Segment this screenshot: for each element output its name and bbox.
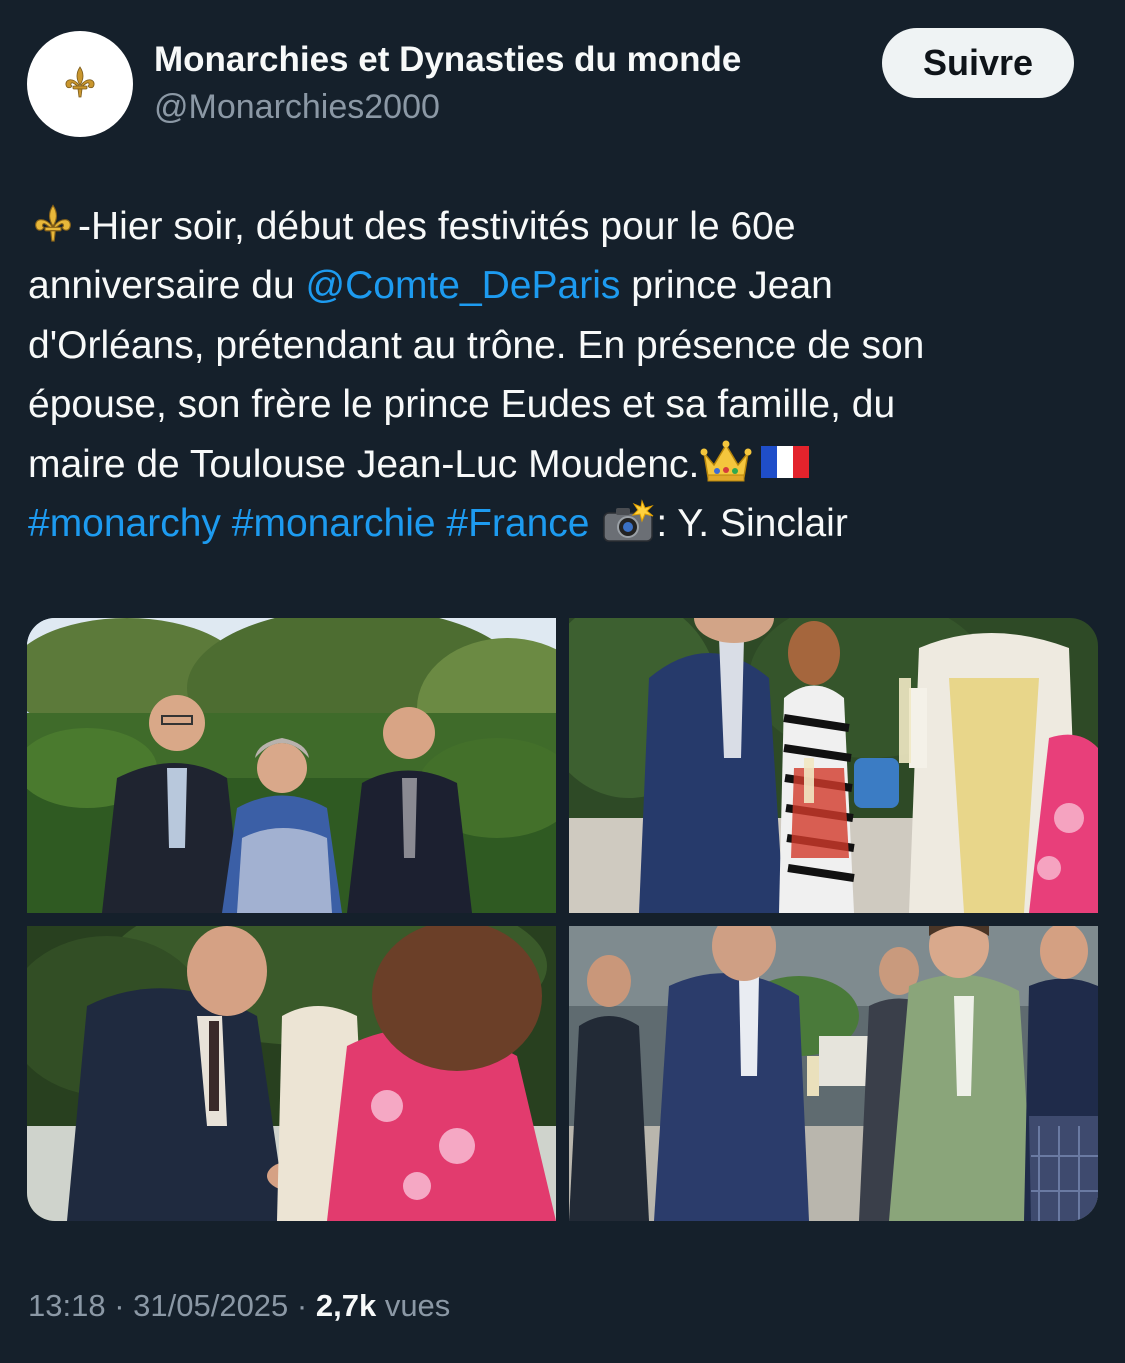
- tweet-line-4: épouse, son frère le prince Eudes et sa …: [28, 375, 1088, 434]
- tweet-line-2: anniversaire du @Comte_DeParis prince Je…: [28, 256, 1088, 315]
- hashtag-link[interactable]: #monarchie: [232, 502, 436, 545]
- meta-separator: ·: [288, 1288, 316, 1323]
- photo-reception-crowd: [569, 926, 1098, 1221]
- display-name[interactable]: Monarchies et Dynasties du monde: [154, 40, 741, 80]
- tweet-line-3: d'Orléans, prétendant au trône. En prése…: [28, 316, 1088, 375]
- tweet-text-segment: d'Orléans, prétendant au trône. En prése…: [28, 323, 925, 367]
- tweet-date[interactable]: 31/05/2025: [133, 1288, 288, 1323]
- photo-2[interactable]: [569, 618, 1098, 913]
- photo-1[interactable]: [27, 618, 556, 913]
- tweet-text-segment: épouse, son frère le prince Eudes et sa …: [28, 383, 896, 427]
- tweet-text-segment: anniversaire du: [28, 264, 306, 308]
- photo-credit: : Y. Sinclair: [656, 502, 848, 546]
- photo-3[interactable]: [27, 926, 556, 1221]
- views-count[interactable]: 2,7k: [316, 1288, 376, 1323]
- photo-guests-champagne: [569, 618, 1098, 913]
- tweet-text-segment: maire de Toulouse Jean-Luc Moudenc.: [28, 442, 700, 486]
- france-flag-icon: [761, 446, 810, 479]
- photo-greeting: [27, 926, 556, 1221]
- tweet-time[interactable]: 13:18: [28, 1288, 106, 1323]
- fleur-de-lis-icon: [35, 204, 71, 242]
- hashtag-link[interactable]: #France: [446, 502, 589, 545]
- meta-separator: ·: [105, 1288, 134, 1323]
- user-handle[interactable]: @Monarchies2000: [154, 88, 440, 127]
- photo-4[interactable]: [569, 926, 1098, 1221]
- tweet-line-1: -Hier soir, début des festivités pour le…: [28, 197, 1088, 256]
- tweet-line-5: maire de Toulouse Jean-Luc Moudenc.: [28, 435, 1088, 494]
- follow-button[interactable]: Suivre: [882, 28, 1074, 98]
- tweet-text: -Hier soir, début des festivités pour le…: [28, 197, 1088, 553]
- tweet-text-segment: prince Jean: [620, 264, 833, 308]
- views-label: vues: [376, 1288, 451, 1323]
- hashtag-link[interactable]: #monarchy: [28, 502, 221, 545]
- camera-flash-icon: [603, 498, 655, 542]
- media-grid: [27, 618, 1098, 1221]
- tweet-text-segment: -Hier soir, début des festivités pour le…: [78, 205, 796, 248]
- mention-link[interactable]: @Comte_DeParis: [306, 264, 621, 307]
- avatar[interactable]: [27, 31, 133, 137]
- crown-icon: [700, 440, 752, 482]
- tweet-meta: 13:18 · 31/05/2025 · 2,7k vues: [28, 1288, 450, 1324]
- photo-garden-group: [27, 618, 556, 913]
- tweet-line-6: #monarchy #monarchie #France : Y. Sincla…: [28, 494, 1088, 553]
- fleur-de-lis-icon: [65, 66, 95, 98]
